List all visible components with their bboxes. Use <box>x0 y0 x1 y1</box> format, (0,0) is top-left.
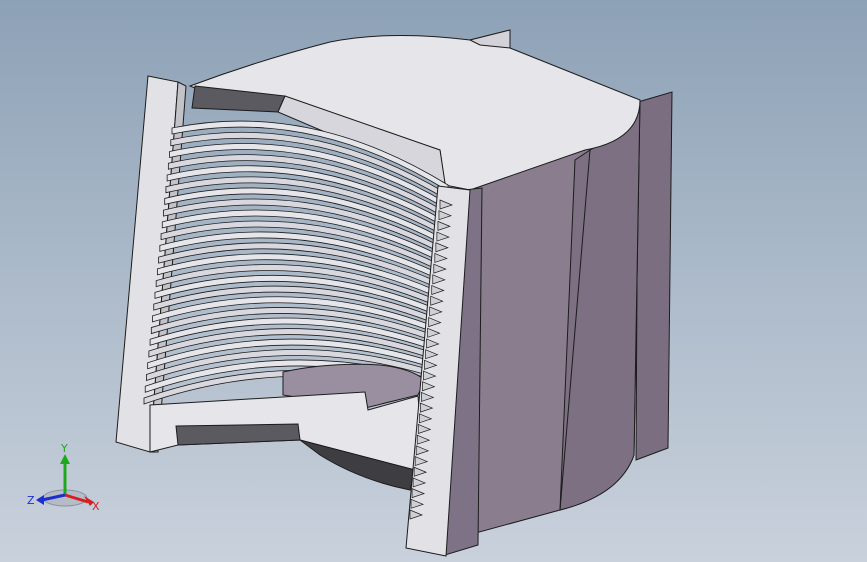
x-axis-label: X <box>92 500 100 513</box>
y-axis-arrow <box>60 454 70 464</box>
z-axis-label: Z <box>27 494 35 507</box>
orientation-triad[interactable]: Y X Z <box>20 440 110 520</box>
y-axis-label: Y <box>60 442 68 455</box>
z-axis-arrow <box>36 495 44 505</box>
section-fins <box>143 120 449 405</box>
right-back-flange <box>635 91 673 461</box>
bottom-inner-rim <box>175 423 301 446</box>
graphics-viewport[interactable]: Y X Z <box>0 0 867 562</box>
cad-model-section-view[interactable] <box>0 0 867 562</box>
